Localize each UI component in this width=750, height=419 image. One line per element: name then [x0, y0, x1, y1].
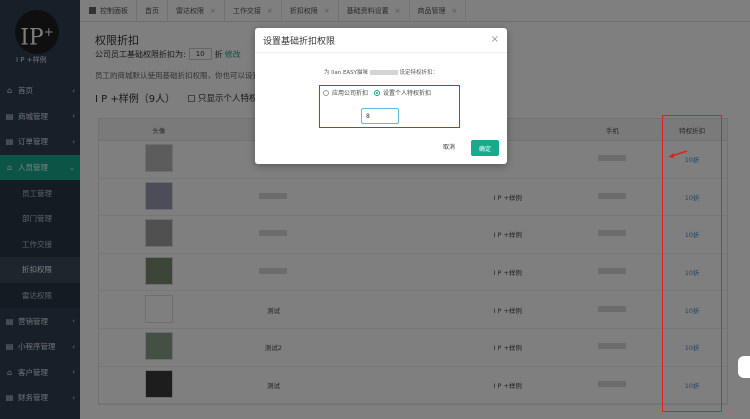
- annotation-arrow-icon: [668, 150, 688, 158]
- modal-title: 设置基础折扣权限: [255, 28, 507, 53]
- annotation-box: [319, 85, 460, 128]
- modal-desc-suffix: 设定特权折扣：: [399, 70, 439, 76]
- close-icon[interactable]: ×: [491, 34, 499, 45]
- discount-column-annotation: [662, 115, 722, 412]
- modal-footer: 取消 确定: [255, 138, 507, 164]
- modal-description: 为 Ilan EASY猫咪 设定特权折扣：: [255, 68, 507, 76]
- modal-desc-prefix: 为 Ilan EASY猫咪: [323, 70, 369, 76]
- confirm-button[interactable]: 确定: [471, 140, 499, 156]
- cancel-button[interactable]: 取消: [443, 142, 455, 151]
- discount-modal: 设置基础折扣权限 × 为 Ilan EASY猫咪 设定特权折扣： 应用公司折扣 …: [255, 28, 507, 164]
- masked-name: [369, 70, 398, 75]
- chat-icon[interactable]: [738, 356, 750, 378]
